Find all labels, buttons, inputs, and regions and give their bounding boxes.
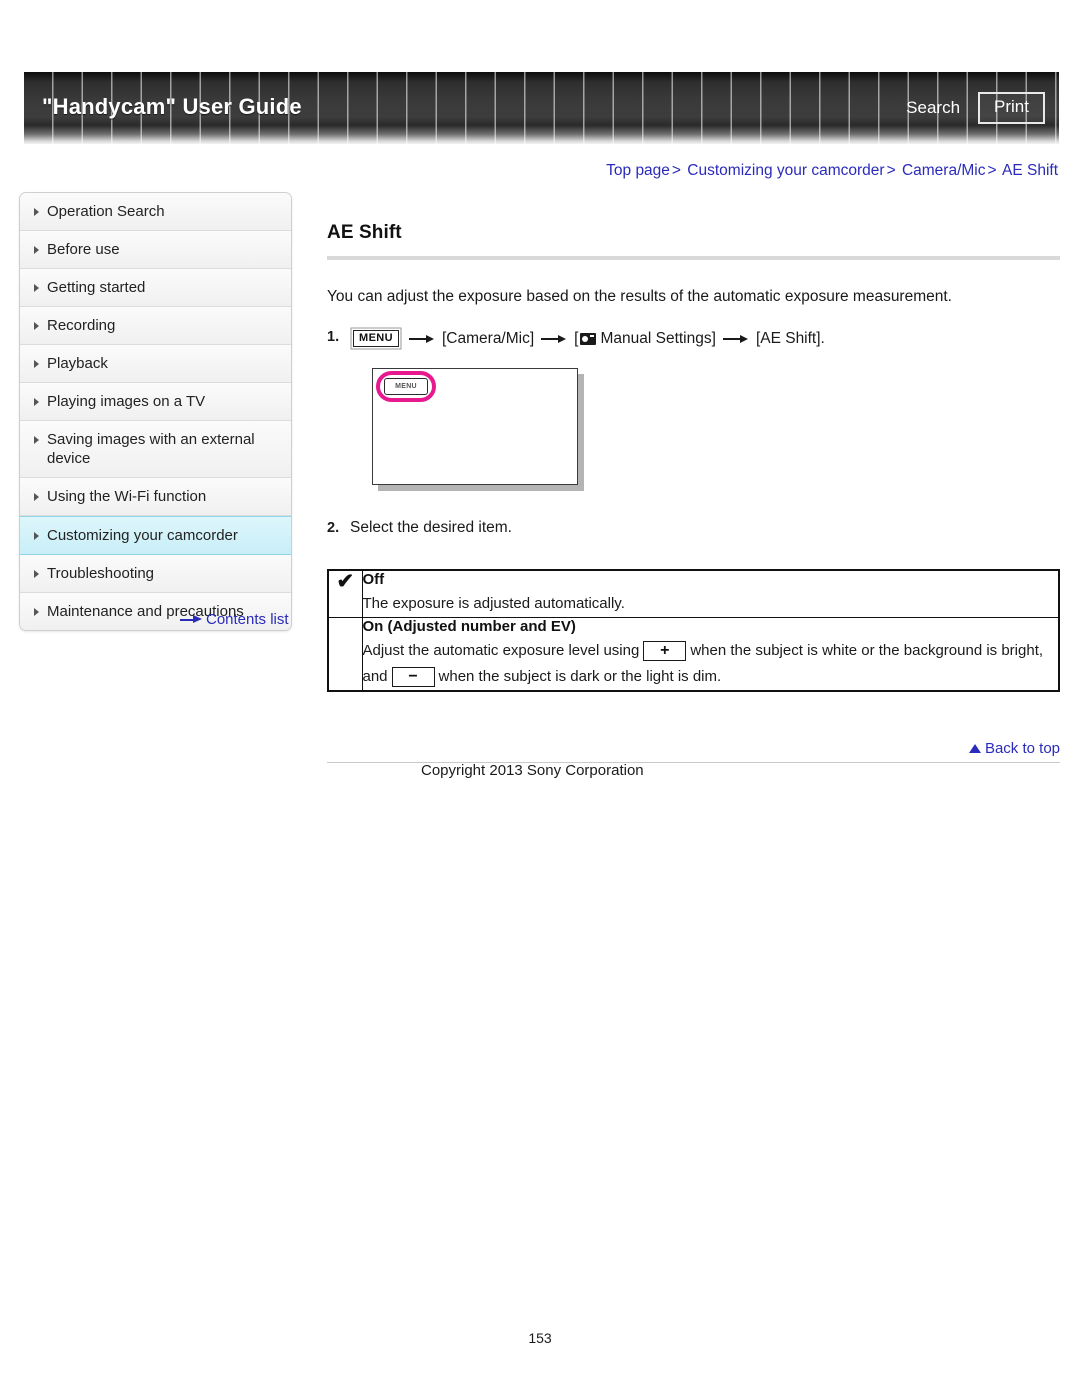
title-divider (327, 256, 1060, 260)
step-1-body: MENU [Camera/Mic] [ Manual Settings] [AE … (350, 328, 825, 350)
search-button[interactable]: Search (902, 95, 964, 121)
page-title: AE Shift (327, 222, 402, 243)
sidebar-item-label: Operation Search (47, 203, 165, 220)
sidebar-item-label: Saving images with an external device (47, 431, 255, 467)
breadcrumb-item-top-page[interactable]: Top page (606, 162, 670, 179)
arrow-right-icon (541, 333, 567, 345)
chevron-right-icon (34, 360, 39, 368)
contents-list-link[interactable]: Contents list (180, 611, 289, 628)
arrow-right-icon (409, 333, 435, 345)
step-1-bracket-open: [ (574, 329, 579, 347)
back-to-top-label: Back to top (984, 740, 1060, 757)
highlight-ellipse (376, 370, 436, 402)
option-description: The exposure is adjusted automatically. (362, 594, 625, 612)
chevron-right-icon (34, 246, 39, 254)
step-1: 1. MENU [Camera/Mic] [ Manual Settings] [… (327, 326, 1060, 350)
minus-button-icon: − (391, 666, 435, 687)
sidebar-item-before-use[interactable]: Before use (20, 231, 291, 269)
option-content-on: On (Adjusted number and EV) Adjust the a… (361, 616, 1060, 691)
chevron-right-icon (34, 436, 39, 444)
sidebar-item-playback[interactable]: Playback (20, 345, 291, 383)
sidebar-item-operation-search[interactable]: Operation Search (20, 193, 291, 231)
option-content-off: Off The exposure is adjusted automatical… (361, 569, 1060, 618)
chevron-right-icon (34, 398, 39, 406)
breadcrumb-item-customizing-your-camcorder[interactable]: Customizing your camcorder (687, 162, 884, 179)
chevron-right-icon (34, 322, 39, 330)
sidebar-item-using-the-wi-fi-function[interactable]: Using the Wi-Fi function (20, 478, 291, 516)
step-2-number: 2. (327, 519, 340, 536)
sidebar-item-troubleshooting[interactable]: Troubleshooting (20, 555, 291, 593)
lcd-screen-illustration: MENU (372, 367, 584, 491)
sidebar-item-recording[interactable]: Recording (20, 307, 291, 345)
arrow-right-icon (722, 333, 749, 345)
option-desc-part-c: when the subject is dark or the light is… (438, 667, 722, 685)
contents-list-label: Contents list (206, 611, 289, 628)
step-1-number: 1. (327, 329, 340, 345)
camera-icon (580, 332, 597, 345)
sidebar-item-label: Customizing your camcorder (47, 527, 238, 544)
breadcrumb-separator: > (987, 162, 997, 179)
back-to-top-link[interactable]: Back to top (968, 740, 1060, 757)
option-desc-part-a: Adjust the automatic exposure level usin… (362, 641, 640, 659)
sidebar-item-customizing-your-camcorder[interactable]: Customizing your camcorder (20, 516, 291, 555)
step-1-ae-shift: [AE Shift]. (755, 329, 825, 347)
plus-button-icon: + (643, 640, 687, 661)
sidebar-nav: Operation Search Before use Getting star… (19, 192, 292, 631)
chevron-right-icon (34, 493, 39, 501)
breadcrumb: Top page > Customizing your camcorder > Ca… (606, 162, 1058, 180)
step-1-camera-mic: [Camera/Mic] (442, 329, 535, 347)
sidebar-item-getting-started[interactable]: Getting started (20, 269, 291, 307)
options-table: ✔ Off The exposure is adjusted automatic… (327, 568, 1060, 692)
header-banner: "Handycam" User Guide Search Print (24, 72, 1059, 144)
sidebar-item-label: Playing images on a TV (47, 393, 206, 410)
sidebar-item-saving-images-with-an-external-device[interactable]: Saving images with an external device (20, 421, 291, 478)
chevron-right-icon (34, 208, 39, 216)
sidebar-item-label: Playback (47, 355, 108, 372)
lcd-screen: MENU (372, 367, 578, 485)
chevron-right-icon (34, 608, 39, 616)
menu-button-icon: MENU (353, 330, 399, 347)
chevron-right-icon (34, 532, 39, 540)
breadcrumb-item-camera-mic[interactable]: Camera/Mic (902, 162, 986, 179)
main-content: AE Shift You can adjust the exposure bas… (327, 222, 1060, 692)
table-row: On (Adjusted number and EV) Adjust the a… (327, 616, 1060, 691)
option-checkmark-cell: ✔ (327, 569, 363, 618)
sidebar-item-label: Using the Wi-Fi function (47, 488, 207, 505)
breadcrumb-separator: > (886, 162, 896, 179)
triangle-up-icon (968, 744, 981, 753)
breadcrumb-item-ae-shift: AE Shift (1002, 162, 1058, 179)
option-title: On (Adjusted number and EV) (362, 617, 576, 635)
sidebar-item-label: Getting started (47, 279, 146, 296)
breadcrumb-separator: > (671, 162, 681, 179)
table-row: ✔ Off The exposure is adjusted automatic… (327, 569, 1060, 618)
sidebar-item-label: Before use (47, 241, 120, 258)
chevron-right-icon (34, 284, 39, 292)
step-1-manual-settings: Manual Settings] (600, 329, 716, 347)
header-actions: Search Print (902, 92, 1045, 124)
arrow-right-icon (180, 615, 202, 625)
chevron-right-icon (34, 570, 39, 578)
intro-paragraph: You can adjust the exposure based on the… (327, 288, 952, 305)
sidebar-item-label: Recording (47, 317, 116, 334)
page-number: 153 (528, 1330, 552, 1346)
app-title: "Handycam" User Guide (42, 94, 302, 119)
option-checkmark-cell (327, 616, 363, 691)
sidebar-item-playing-images-on-a-tv[interactable]: Playing images on a TV (20, 383, 291, 421)
step-2-text: Select the desired item. (350, 518, 512, 536)
step-2: 2. Select the desired item. (327, 517, 1060, 539)
check-icon: ✔ (336, 569, 355, 593)
option-title: Off (362, 570, 385, 588)
print-button[interactable]: Print (978, 92, 1045, 124)
option-description: Adjust the automatic exposure level usin… (363, 638, 1059, 690)
copyright-text: Copyright 2013 Sony Corporation (421, 762, 644, 779)
sidebar-item-label: Troubleshooting (47, 565, 155, 582)
